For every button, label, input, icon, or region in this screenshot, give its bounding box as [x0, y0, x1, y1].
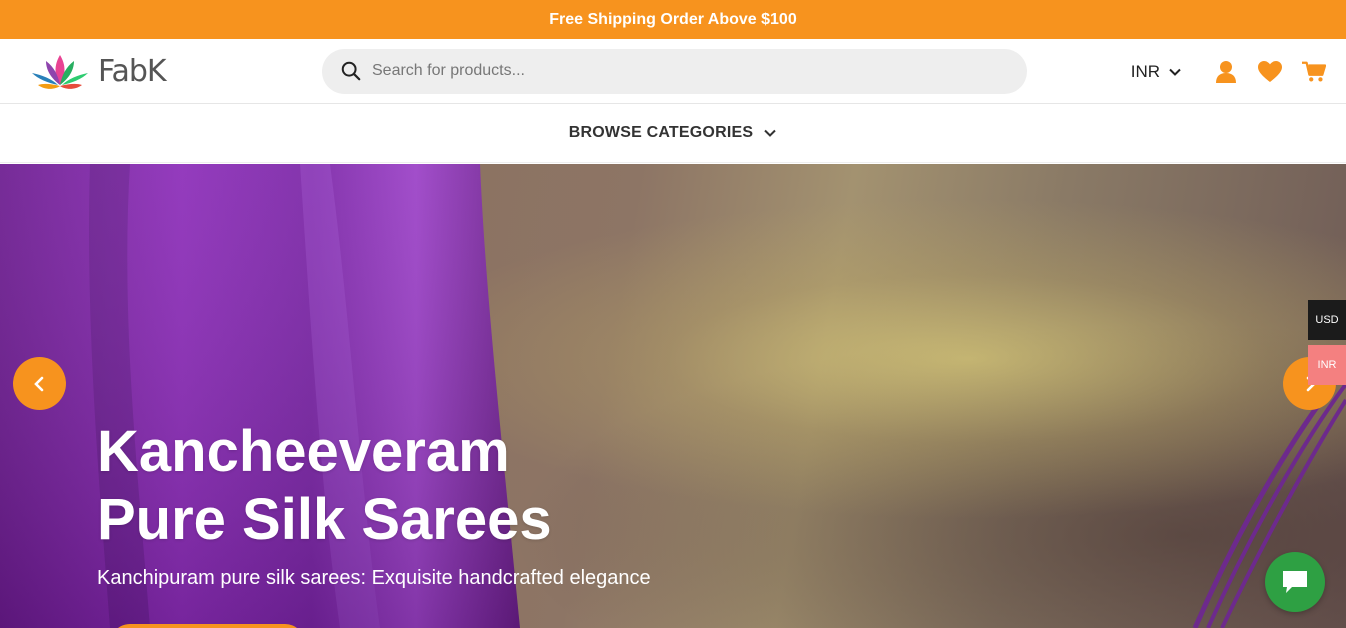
- account-button[interactable]: [1214, 60, 1238, 84]
- header-tools: INR: [1131, 39, 1326, 104]
- search-bar[interactable]: [322, 48, 1027, 94]
- hero-title: Kancheeveram Pure Silk Sarees: [97, 418, 552, 554]
- hero-title-line1: Kancheeveram: [97, 419, 510, 484]
- promo-text: Free Shipping Order Above $100: [549, 10, 797, 28]
- site-header: FabK INR: [0, 39, 1346, 104]
- cart-icon: [1302, 61, 1326, 82]
- browse-categories-label: BROWSE CATEGORIES: [568, 124, 754, 141]
- lotus-logo-icon: [32, 55, 88, 89]
- currency-inr-label: INR: [1317, 359, 1337, 371]
- hero-background-image: [0, 164, 1346, 628]
- chevron-down-icon: [1169, 68, 1181, 76]
- search-icon: [341, 61, 361, 81]
- chevron-down-icon: [764, 129, 776, 137]
- currency-usd-button[interactable]: USD: [1308, 300, 1346, 340]
- currency-inr-button[interactable]: INR: [1308, 345, 1346, 385]
- cart-button[interactable]: [1302, 60, 1326, 84]
- chat-bubble-icon: [1283, 571, 1307, 593]
- hero-title-line2: Pure Silk Sarees: [97, 487, 552, 552]
- currency-usd-label: USD: [1315, 314, 1339, 326]
- wishlist-button[interactable]: [1258, 60, 1282, 84]
- chevron-left-icon: [33, 376, 43, 391]
- hero-subtitle: Kanchipuram pure silk sarees: Exquisite …: [97, 567, 651, 589]
- hero-banner: Kancheeveram Pure Silk Sarees Kanchipura…: [0, 164, 1346, 628]
- logo-text: FabK: [98, 53, 167, 89]
- logo[interactable]: FabK: [28, 51, 322, 91]
- promo-banner: Free Shipping Order Above $100: [0, 0, 1346, 39]
- currency-label: INR: [1130, 61, 1160, 81]
- currency-dropdown[interactable]: INR: [1131, 62, 1182, 82]
- carousel-prev-button[interactable]: [13, 357, 66, 410]
- search-input[interactable]: [372, 62, 972, 80]
- chat-button[interactable]: [1265, 552, 1325, 612]
- browse-categories-button[interactable]: BROWSE CATEGORIES: [0, 104, 1346, 163]
- hero-cta-button[interactable]: [110, 624, 305, 628]
- heart-icon: [1258, 60, 1282, 82]
- user-icon: [1216, 60, 1236, 83]
